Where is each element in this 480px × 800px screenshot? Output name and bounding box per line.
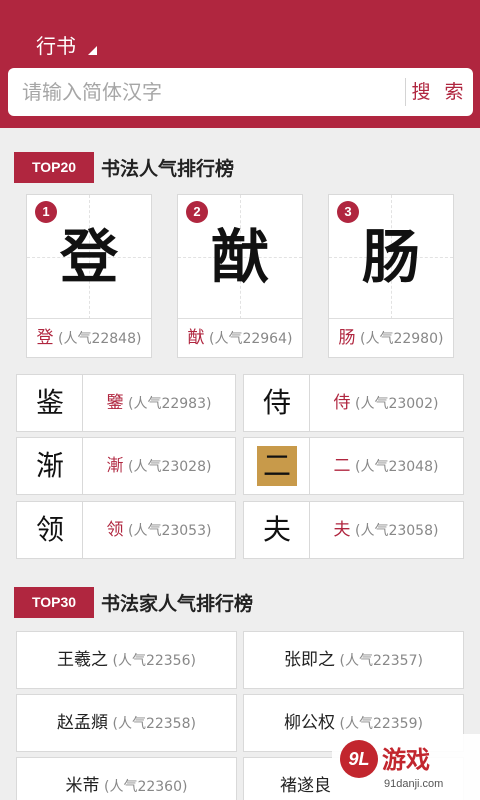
popularity-count: (人气23028) <box>127 459 212 475</box>
author-list-item[interactable]: 赵孟頫 (人气22358) <box>16 694 237 752</box>
char-caption: 漸 (人气23028) <box>83 438 235 494</box>
char-image-box: 3 肠 <box>329 195 453 319</box>
popularity-count: (人气23053) <box>127 523 212 539</box>
popularity-count: (人气22357) <box>339 653 423 669</box>
calligraphy-style-selector[interactable]: 行书 <box>36 30 76 59</box>
char-thumbnail: 二 <box>244 438 310 494</box>
watermark: 9L 游戏 91danji.com <box>332 734 480 800</box>
char-list-item[interactable]: 夫 夫 (人气23058) <box>243 501 464 559</box>
calligraphy-image: 渐 <box>35 449 64 482</box>
char-caption: 领 (人气23053) <box>83 502 235 558</box>
char-list-item[interactable]: 侍 侍 (人气23002) <box>243 374 464 432</box>
top-char-card-1[interactable]: 1 登 登 (人气22848) <box>26 194 152 358</box>
dropdown-corner-icon[interactable] <box>88 46 97 55</box>
calligraphy-image: 鉴 <box>35 386 64 419</box>
author-name: 张即之 <box>284 650 336 670</box>
author-name: 柳公权 <box>284 713 336 733</box>
char-list-item[interactable]: 二 二 (人气23048) <box>243 437 464 495</box>
char-caption: 二 (人气23048) <box>310 438 462 494</box>
char-name: 漸 <box>106 456 124 476</box>
popularity-count: (人气22848) <box>57 331 142 347</box>
calligraphy-image: 夫 <box>262 513 291 546</box>
calligraphy-image: 猷 <box>210 223 269 291</box>
watermark-logo-icon: 9L <box>340 740 378 778</box>
char-name: 猷 <box>187 328 205 348</box>
char-thumbnail: 侍 <box>244 375 310 431</box>
char-thumbnail: 渐 <box>17 438 83 494</box>
char-list-item[interactable]: 领 领 (人气23053) <box>16 501 236 559</box>
watermark-url: 91danji.com <box>384 778 444 790</box>
popularity-count: (人气22356) <box>112 653 196 669</box>
char-image-box: 2 猷 <box>178 195 302 319</box>
char-ranking-title: 书法人气排行榜 <box>101 158 235 180</box>
calligraphy-image: 肠 <box>361 223 420 291</box>
author-ranking-title: 书法家人气排行榜 <box>101 593 254 615</box>
calligraphy-image: 登 <box>59 223 118 291</box>
popularity-count: (人气22983) <box>127 396 212 412</box>
author-list-item[interactable]: 张即之 (人气22357) <box>243 631 464 689</box>
author-name: 王羲之 <box>57 650 109 670</box>
char-caption: 猷 (人气22964) <box>178 319 302 357</box>
char-name: 肠 <box>338 328 356 348</box>
top20-tag: TOP20 <box>14 152 94 183</box>
popularity-count: (人气23058) <box>354 523 439 539</box>
popularity-count: (人气22358) <box>112 716 196 732</box>
char-image-box: 1 登 <box>27 195 151 319</box>
char-caption: 侍 (人气23002) <box>310 375 462 431</box>
popularity-count: (人气22964) <box>208 331 293 347</box>
popularity-count: (人气22360) <box>103 779 188 795</box>
char-caption: 夫 (人气23058) <box>310 502 462 558</box>
char-caption: 肠 (人气22980) <box>329 319 453 357</box>
popularity-count: (人气22980) <box>359 331 444 347</box>
char-name: 领 <box>106 520 124 540</box>
char-caption: 鑒 (人气22983) <box>83 375 235 431</box>
char-name: 夫 <box>333 520 351 540</box>
author-name: 米芾 <box>65 776 100 796</box>
author-name: 赵孟頫 <box>57 713 109 733</box>
popularity-count: (人气23002) <box>354 396 439 412</box>
calligraphy-image: 侍 <box>262 386 291 419</box>
top-char-card-3[interactable]: 3 肠 肠 (人气22980) <box>328 194 454 358</box>
calligraphy-image: 领 <box>35 513 64 546</box>
top30-tag: TOP30 <box>14 587 94 618</box>
search-input[interactable] <box>8 68 404 116</box>
watermark-text: 游戏 <box>382 746 430 774</box>
popularity-count: (人气23048) <box>354 459 439 475</box>
top-char-card-2[interactable]: 2 猷 猷 (人气22964) <box>177 194 303 358</box>
char-name: 侍 <box>333 393 351 413</box>
app-header: 行书 搜 索 <box>0 0 480 128</box>
search-button[interactable]: 搜 索 <box>406 68 473 116</box>
calligraphy-image: 二 <box>262 449 291 482</box>
char-name: 鑒 <box>106 393 124 413</box>
char-thumbnail: 夫 <box>244 502 310 558</box>
style-selector-label: 行书 <box>36 34 76 58</box>
popularity-count: (人气22359) <box>339 716 423 732</box>
char-name: 二 <box>333 456 351 476</box>
char-thumbnail: 鉴 <box>17 375 83 431</box>
char-caption: 登 (人气22848) <box>27 319 151 357</box>
char-list-item[interactable]: 渐 漸 (人气23028) <box>16 437 236 495</box>
char-thumbnail: 领 <box>17 502 83 558</box>
author-name: 褚遂良 <box>280 776 331 796</box>
char-name: 登 <box>36 328 54 348</box>
search-box: 搜 索 <box>8 68 473 116</box>
author-list-item[interactable]: 米芾 (人气22360) <box>16 757 237 800</box>
author-list-item[interactable]: 王羲之 (人气22356) <box>16 631 237 689</box>
char-list-item[interactable]: 鉴 鑒 (人气22983) <box>16 374 236 432</box>
